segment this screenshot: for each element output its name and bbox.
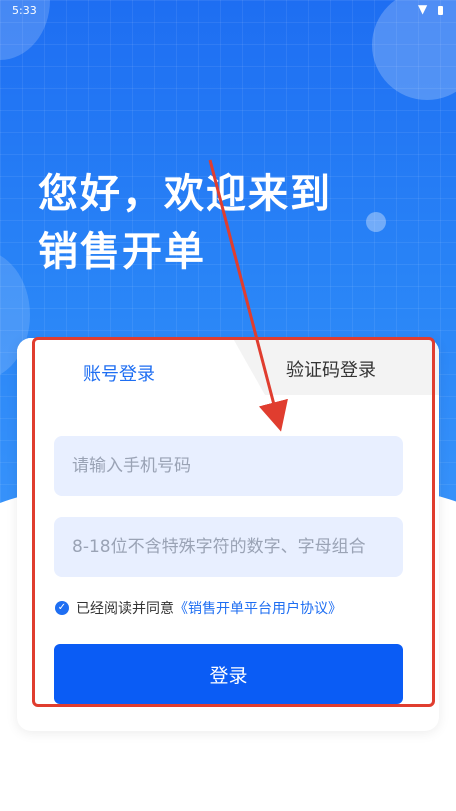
login-button[interactable]: 登录 <box>54 644 403 704</box>
headline-line-2: 销售开单 <box>38 229 206 275</box>
agreement-row[interactable]: ✓ 已经阅读并同意 《销售开单平台用户协议》 <box>55 598 342 618</box>
status-bar: 5:33 ▼ <box>0 0 456 22</box>
check-circle-icon[interactable]: ✓ <box>55 601 69 615</box>
password-input[interactable] <box>54 517 403 577</box>
headline-line-1: 您好，欢迎来到 <box>38 171 332 217</box>
battery-icon <box>438 6 443 15</box>
wifi-icon: ▼ <box>418 2 428 16</box>
welcome-headline: 您好，欢迎来到 销售开单 <box>38 165 332 281</box>
status-time: 5:33 <box>12 4 37 17</box>
tab-sms-login[interactable]: 验证码登录 <box>286 356 376 382</box>
agreement-link[interactable]: 《销售开单平台用户协议》 <box>174 598 342 618</box>
agreement-text: 已经阅读并同意 <box>76 601 174 617</box>
phone-input[interactable] <box>54 436 403 496</box>
tab-account-login[interactable]: 账号登录 <box>83 360 155 386</box>
decor-circle <box>366 212 386 232</box>
